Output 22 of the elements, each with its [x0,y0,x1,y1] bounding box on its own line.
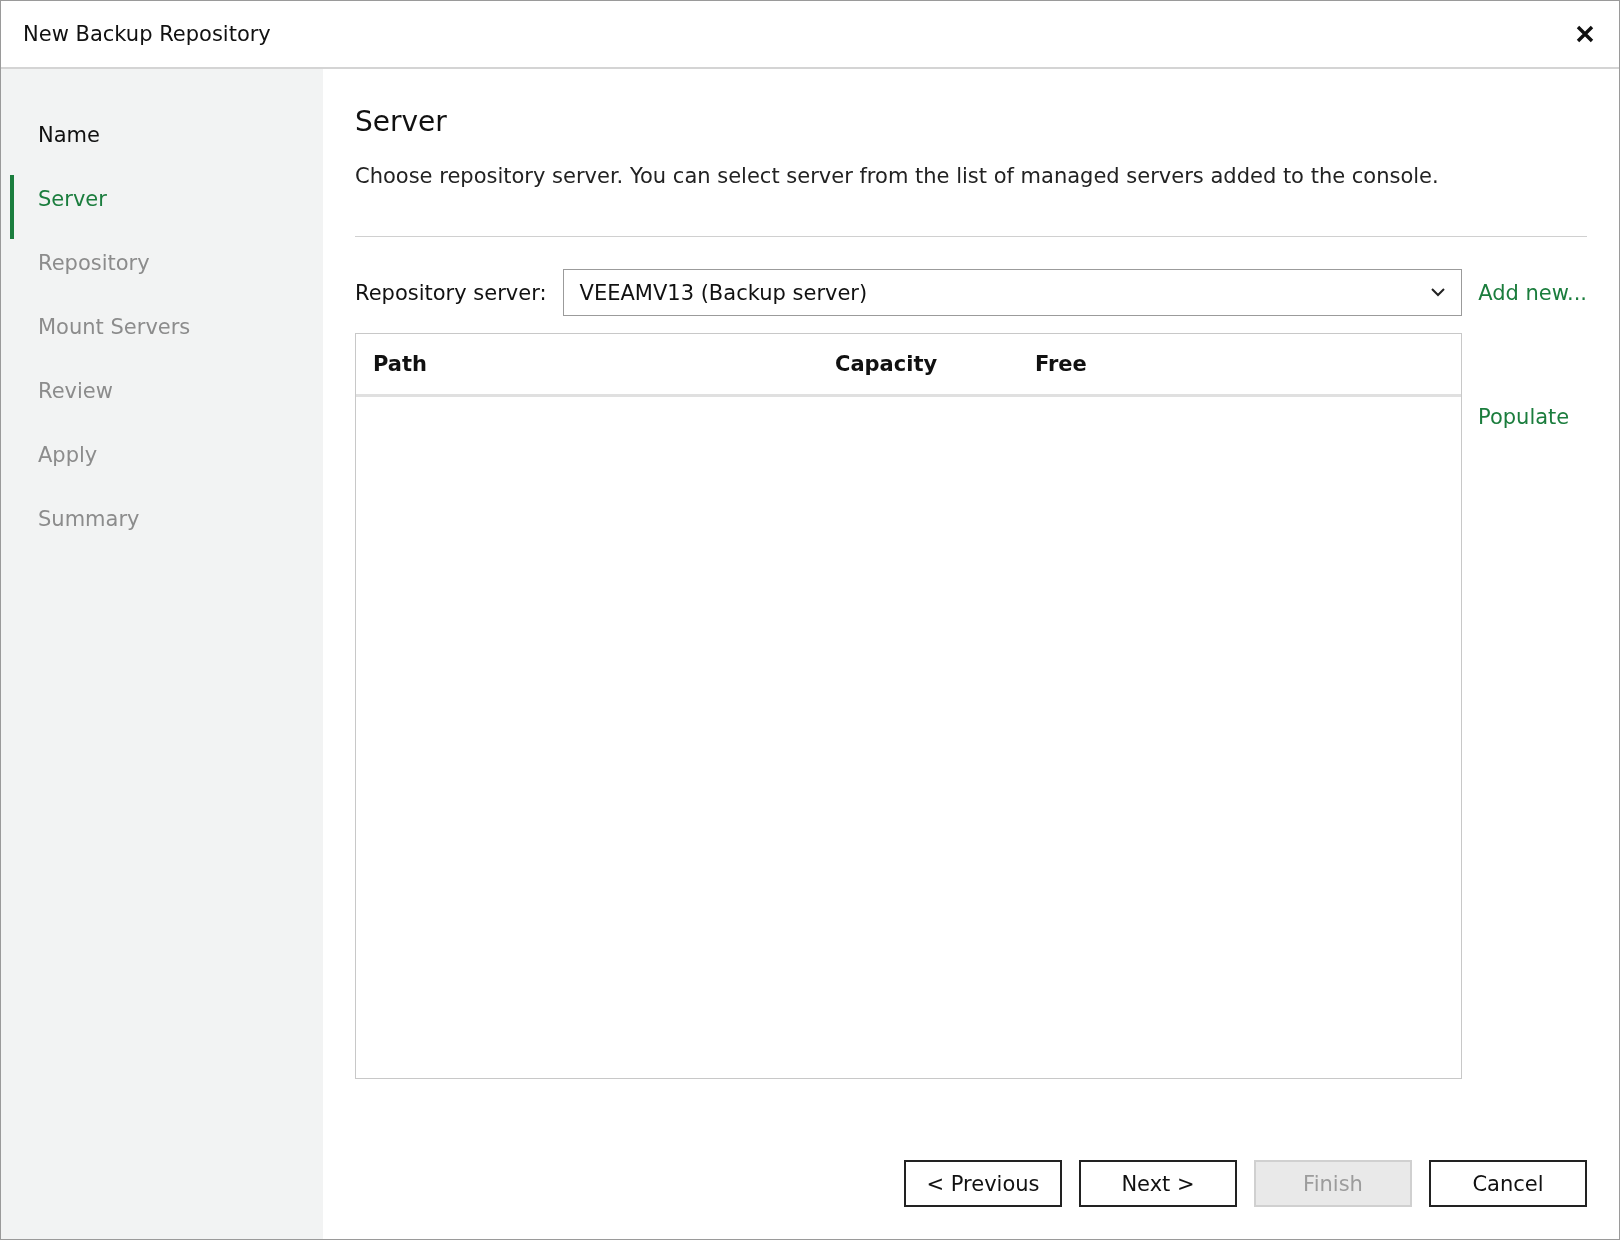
column-header[interactable]: Path [356,352,835,376]
caret-icon [1431,288,1446,297]
wizard-button[interactable]: Next > [1079,1160,1237,1207]
window-title: New Backup Repository [23,22,271,46]
wizard-step[interactable]: Repository [10,239,323,303]
column-header[interactable]: Free [1035,352,1087,376]
wizard-button[interactable]: < Previous [904,1160,1062,1207]
page-heading: Server [355,105,448,138]
wizard-step[interactable]: Summary [10,495,323,559]
populate-link[interactable]: Populate [1478,405,1570,429]
wizard-step[interactable]: Review [10,367,323,431]
wizard-step[interactable]: Name [10,111,323,175]
wizard-button[interactable]: Cancel [1429,1160,1587,1207]
page-description: Choose repository server. You can select server from the list of managed servers added to the console. [355,164,1440,188]
wizard-step[interactable]: Mount Servers [10,303,323,367]
field-label: Repository server: [355,280,547,305]
column-header[interactable]: Capacity [835,352,1035,376]
wizard-step[interactable]: Apply [10,431,323,495]
wizard-step[interactable]: Server [10,175,323,239]
add-new-link[interactable]: Add new... [1478,280,1587,305]
close-icon[interactable] [1575,24,1595,44]
server-dropdown[interactable]: VEEAMV13 (Backup server) [562,269,1463,316]
